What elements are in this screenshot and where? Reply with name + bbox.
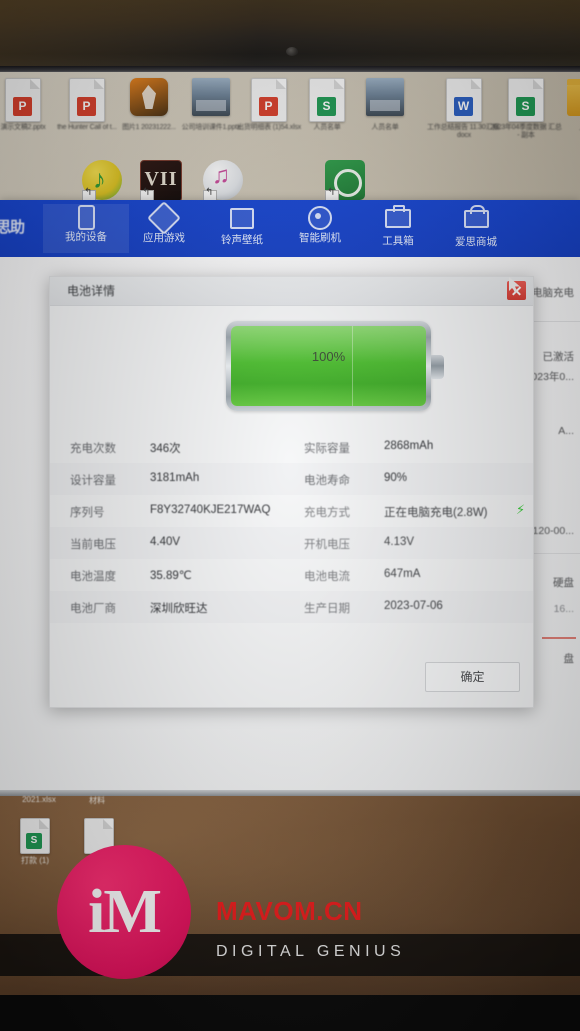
panel-text: 已激活	[542, 351, 575, 363]
cube-icon	[121, 201, 207, 235]
nav-item-toolbox[interactable]: 工具箱	[355, 204, 441, 253]
nav-label: 应用游戏	[143, 232, 185, 244]
row-value: 90%	[384, 472, 408, 484]
app-navbar: 爱思助手 我的设备 应用游戏 铃声壁纸 智能刷机 工具箱	[0, 200, 580, 257]
nav-label: 爱思商城	[455, 236, 497, 248]
row-value: 346次	[150, 443, 181, 455]
charging-bolt-icon: ⚡	[516, 502, 526, 517]
watermark-tagline: DIGITAL GENIUS	[216, 943, 406, 960]
panel-text: 120-00...	[532, 525, 574, 537]
screenshot-root: P 演示文稿2.pptx P the Hunter Call of t... 图…	[0, 0, 580, 1031]
battery-detail-dialog: 电池详情 100% 充电次数 346次 实际容量 2868mAh 设计容量 31…	[49, 276, 534, 708]
desktop-icon-vii[interactable]	[140, 160, 184, 204]
battery-percent-label: 100%	[311, 349, 346, 364]
laptop-bezel	[0, 0, 580, 72]
dialog-title: 电池详情	[67, 284, 116, 298]
panel-text: A...	[558, 425, 574, 437]
folder-music-icon	[199, 208, 285, 234]
row-value: 4.40V	[150, 536, 181, 548]
bottom-bar: 贴 @iphone14pro吧	[0, 995, 580, 1031]
shield-icon	[277, 206, 363, 232]
nav-item-ringtones-wallpapers[interactable]: 铃声壁纸	[199, 204, 285, 253]
row-label: 设计容量	[70, 475, 116, 487]
table-row: 充电次数 346次 实际容量 2868mAh	[50, 431, 533, 463]
battery-cap	[431, 355, 444, 379]
desktop-icon-label: 人员名单	[371, 124, 399, 131]
webcam-icon	[286, 47, 298, 56]
row-label: 序列号	[70, 507, 105, 519]
app-logo[interactable]: 爱思助手	[0, 208, 34, 248]
table-row: 设计容量 3181mAh 电池寿命 90%	[50, 463, 533, 495]
row-label: 充电次数	[70, 443, 116, 455]
battery-body	[226, 321, 431, 411]
watermark-site: MAVOM.CN	[216, 896, 363, 926]
nav-item-apps-games[interactable]: 应用游戏	[121, 201, 207, 253]
row-value: 深圳欣旺达	[150, 603, 208, 615]
row-label: 电池寿命	[304, 475, 350, 487]
row-value: 2868mAh	[384, 440, 434, 452]
table-row: 当前电压 4.40V 开机电压 4.13V	[50, 527, 533, 559]
desktop-icon-row-1: P 演示文稿2.pptx P the Hunter Call of t... 图…	[0, 78, 580, 156]
desktop-icon-itunes[interactable]	[203, 160, 247, 204]
desktop-icon-bottom[interactable]: 材料	[60, 795, 134, 806]
dialog-title-bar: 电池详情	[50, 277, 533, 306]
row-value: 35.89℃	[150, 570, 192, 582]
panel-text: 硬盘	[553, 577, 574, 589]
row-value: 4.13V	[384, 536, 415, 548]
desktop-icon[interactable]: 下载	[549, 78, 580, 138]
panel-text: 16...	[553, 603, 574, 615]
nav-item-my-device[interactable]: 我的设备	[43, 204, 129, 253]
row-label: 电池电流	[304, 571, 350, 583]
toolbox-icon	[355, 205, 441, 235]
desktop-icon-wechat[interactable]	[325, 160, 369, 204]
nav-label: 我的设备	[65, 231, 107, 243]
confirm-button[interactable]: 确定	[425, 662, 520, 692]
watermark-logo-circle: iM	[57, 845, 191, 979]
desktop-icon-label: 材料	[89, 796, 105, 805]
nav-item-store[interactable]: 爱思商城	[433, 204, 519, 253]
desktop-icon[interactable]: 人员名单	[348, 78, 422, 132]
row-value: F8Y32740KJE217WAQ	[150, 504, 271, 516]
nav-item-smart-flash[interactable]: 智能刷机	[277, 204, 363, 253]
battery-graphic: 100%	[50, 313, 533, 425]
shop-bag-icon	[433, 205, 519, 236]
desktop-icon-label: 下载	[549, 130, 580, 138]
row-label: 电池厂商	[70, 603, 116, 615]
row-label: 实际容量	[304, 443, 350, 455]
battery-detail-table: 充电次数 346次 实际容量 2868mAh 设计容量 3181mAh 电池寿命…	[50, 431, 533, 623]
nav-label: 工具箱	[382, 235, 414, 247]
row-label: 当前电压	[70, 539, 116, 551]
table-row: 电池厂商 深圳欣旺达 生产日期 2023-07-06	[50, 591, 533, 623]
phone-icon	[43, 205, 129, 231]
table-row: 电池温度 35.89℃ 电池电流 647mA	[50, 559, 533, 591]
nav-label: 铃声壁纸	[221, 234, 263, 246]
row-label: 开机电压	[304, 539, 350, 551]
row-value: 2023-07-06	[384, 600, 443, 612]
panel-text: 盘	[563, 653, 575, 665]
row-label: 电池温度	[70, 571, 116, 583]
table-row: 序列号 F8Y32740KJE217WAQ 充电方式 正在电脑充电(2.8W) …	[50, 495, 533, 527]
nav-label: 智能刷机	[299, 232, 341, 244]
app-window: 爱思助手 我的设备 应用游戏 铃声壁纸 智能刷机 工具箱	[0, 200, 580, 991]
row-value: 3181mAh	[150, 472, 200, 484]
desktop-icon-qq-music[interactable]	[82, 160, 126, 204]
row-value: 647mA	[384, 568, 421, 580]
row-label: 充电方式	[304, 507, 350, 519]
watermark-logo-text: iM	[88, 878, 162, 946]
row-label: 生产日期	[304, 603, 350, 615]
battery-fill	[231, 326, 426, 406]
row-value: 正在电脑充电(2.8W)	[384, 507, 488, 519]
